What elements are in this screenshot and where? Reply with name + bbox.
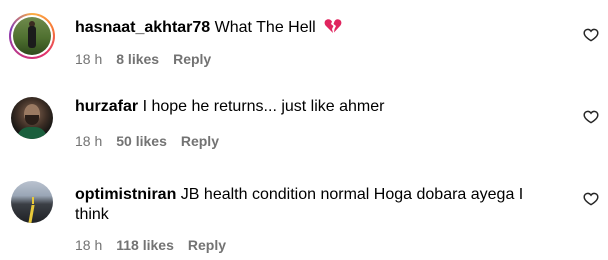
comment-likes[interactable]: 50 likes <box>116 133 167 149</box>
comment-username[interactable]: hasnaat_akhtar78 <box>75 19 210 36</box>
heart-icon[interactable] <box>583 109 599 125</box>
comment-likes[interactable]: 118 likes <box>116 237 174 253</box>
comment-time: 18 h <box>75 133 103 149</box>
comment-time: 18 h <box>75 51 103 67</box>
comment-meta: 18 h 118 likes Reply <box>75 237 226 253</box>
comment-body: What The Hell <box>214 19 316 36</box>
heart-icon[interactable] <box>583 191 599 207</box>
avatar[interactable] <box>11 181 53 223</box>
comment-text: optimistniran JB health condition normal… <box>75 185 548 225</box>
heart-icon[interactable] <box>583 27 599 43</box>
comment-likes[interactable]: 8 likes <box>116 51 159 67</box>
avatar[interactable] <box>11 97 53 139</box>
broken-heart-icon <box>324 18 342 40</box>
comment-body: I hope he returns... just like ahmer <box>142 98 385 115</box>
reply-button[interactable]: Reply <box>173 51 211 67</box>
comment-time: 18 h <box>75 237 103 253</box>
comment-meta: 18 h 50 likes Reply <box>75 133 219 149</box>
comment-username[interactable]: optimistniran <box>75 186 176 203</box>
reply-button[interactable]: Reply <box>181 133 219 149</box>
reply-button[interactable]: Reply <box>188 237 226 253</box>
avatar[interactable] <box>9 13 55 59</box>
comment-text: hurzafar I hope he returns... just like … <box>75 97 563 117</box>
comment-meta: 18 h 8 likes Reply <box>75 51 211 67</box>
comment-text: hasnaat_akhtar78 What The Hell <box>75 18 563 40</box>
comment-username[interactable]: hurzafar <box>75 98 138 115</box>
